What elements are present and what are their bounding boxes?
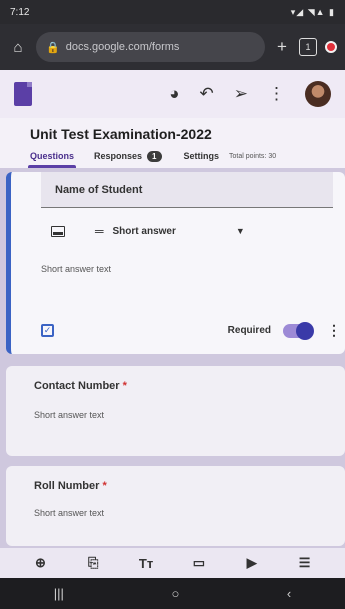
more-icon[interactable]: ⋮	[268, 84, 285, 104]
required-asterisk: *	[122, 380, 127, 392]
question-title-text: Roll Number	[34, 480, 100, 492]
form-title: Unit Test Examination-2022	[30, 126, 212, 142]
status-icons: ▾◢ ◥▲ ▮	[290, 6, 335, 17]
section-icon[interactable]: ☰	[294, 555, 316, 571]
form-title-area: Unit Test Examination-2022 Questions Res…	[0, 118, 345, 168]
question-more-icon[interactable]: ⋮	[327, 322, 341, 339]
dropdown-arrow-icon: ▼	[235, 226, 245, 236]
url-bar[interactable]: 🔒 docs.google.com/forms	[36, 32, 265, 62]
total-points: Total points: 30	[229, 152, 277, 160]
question-card[interactable]: Roll Number * Short answer text	[6, 466, 345, 546]
avatar[interactable]	[305, 81, 331, 107]
image-icon[interactable]: ▭	[188, 555, 210, 571]
browser-toolbar: ⌂ 🔒 docs.google.com/forms + 1	[0, 24, 345, 70]
question-card[interactable]: Contact Number * Short answer text	[6, 366, 345, 456]
short-answer-placeholder: Short answer text	[34, 410, 105, 420]
response-validation-icon[interactable]: ✓	[41, 324, 54, 337]
question-type-dropdown[interactable]: ═ Short answer ▼	[95, 224, 245, 238]
form-toolbar: ⊕ ⎘ Tт ▭ ▶ ☰	[0, 548, 345, 578]
home-nav-icon[interactable]: ○	[171, 586, 179, 601]
title-text-icon[interactable]: Tт	[135, 556, 157, 571]
video-icon[interactable]: ▶	[241, 555, 263, 571]
send-icon[interactable]: ➢	[234, 84, 248, 104]
question-title: Roll Number *	[34, 480, 107, 492]
question-type-label: Short answer	[112, 225, 176, 237]
import-questions-icon[interactable]: ⎘	[82, 555, 104, 571]
browser-menu-icon[interactable]	[325, 41, 337, 53]
forms-header: ◕ ↶ ➢ ⋮	[0, 70, 345, 118]
required-label: Required	[227, 325, 271, 336]
responses-count-badge: 1	[147, 150, 162, 162]
required-asterisk: *	[102, 480, 107, 492]
forms-logo-icon[interactable]	[14, 82, 32, 106]
required-toggle[interactable]	[283, 321, 314, 340]
tab-settings[interactable]: Settings	[184, 151, 220, 161]
tab-questions[interactable]: Questions	[27, 144, 77, 168]
short-answer-placeholder: Short answer text	[41, 264, 112, 274]
short-answer-placeholder: Short answer text	[34, 508, 105, 518]
tab-settings-label: Settings	[183, 151, 220, 161]
home-icon[interactable]: ⌂	[8, 39, 28, 56]
url-text: docs.google.com/forms	[65, 41, 180, 53]
tab-responses-label: Responses	[94, 151, 143, 161]
add-image-icon[interactable]	[51, 225, 65, 237]
question-title-text: Contact Number	[34, 380, 120, 392]
undo-icon[interactable]: ↶	[200, 84, 214, 104]
question-title: Contact Number *	[34, 380, 127, 392]
status-bar: 7:12 ▾◢ ◥▲ ▮	[0, 0, 345, 24]
tab-responses[interactable]: Responses 1	[94, 150, 162, 162]
add-question-icon[interactable]: ⊕	[29, 555, 51, 571]
question-title-input[interactable]: Name of Student	[41, 172, 333, 208]
back-icon[interactable]: ‹	[287, 586, 291, 601]
palette-icon[interactable]: ◕	[169, 84, 179, 104]
question-card-active[interactable]: Name of Student ═ Short answer ▼ Short a…	[6, 172, 345, 354]
form-tabs: Questions Responses 1 Settings Total poi…	[0, 144, 345, 168]
tab-questions-label: Questions	[30, 151, 75, 161]
system-navigation-bar: ||| ○ ‹	[0, 578, 345, 609]
status-time: 7:12	[10, 6, 30, 18]
lock-icon: 🔒	[46, 41, 60, 54]
tabs-count-button[interactable]: 1	[299, 38, 317, 56]
short-answer-icon: ═	[95, 224, 103, 238]
new-tab-button[interactable]: +	[273, 37, 291, 57]
recents-icon[interactable]: |||	[54, 586, 64, 601]
